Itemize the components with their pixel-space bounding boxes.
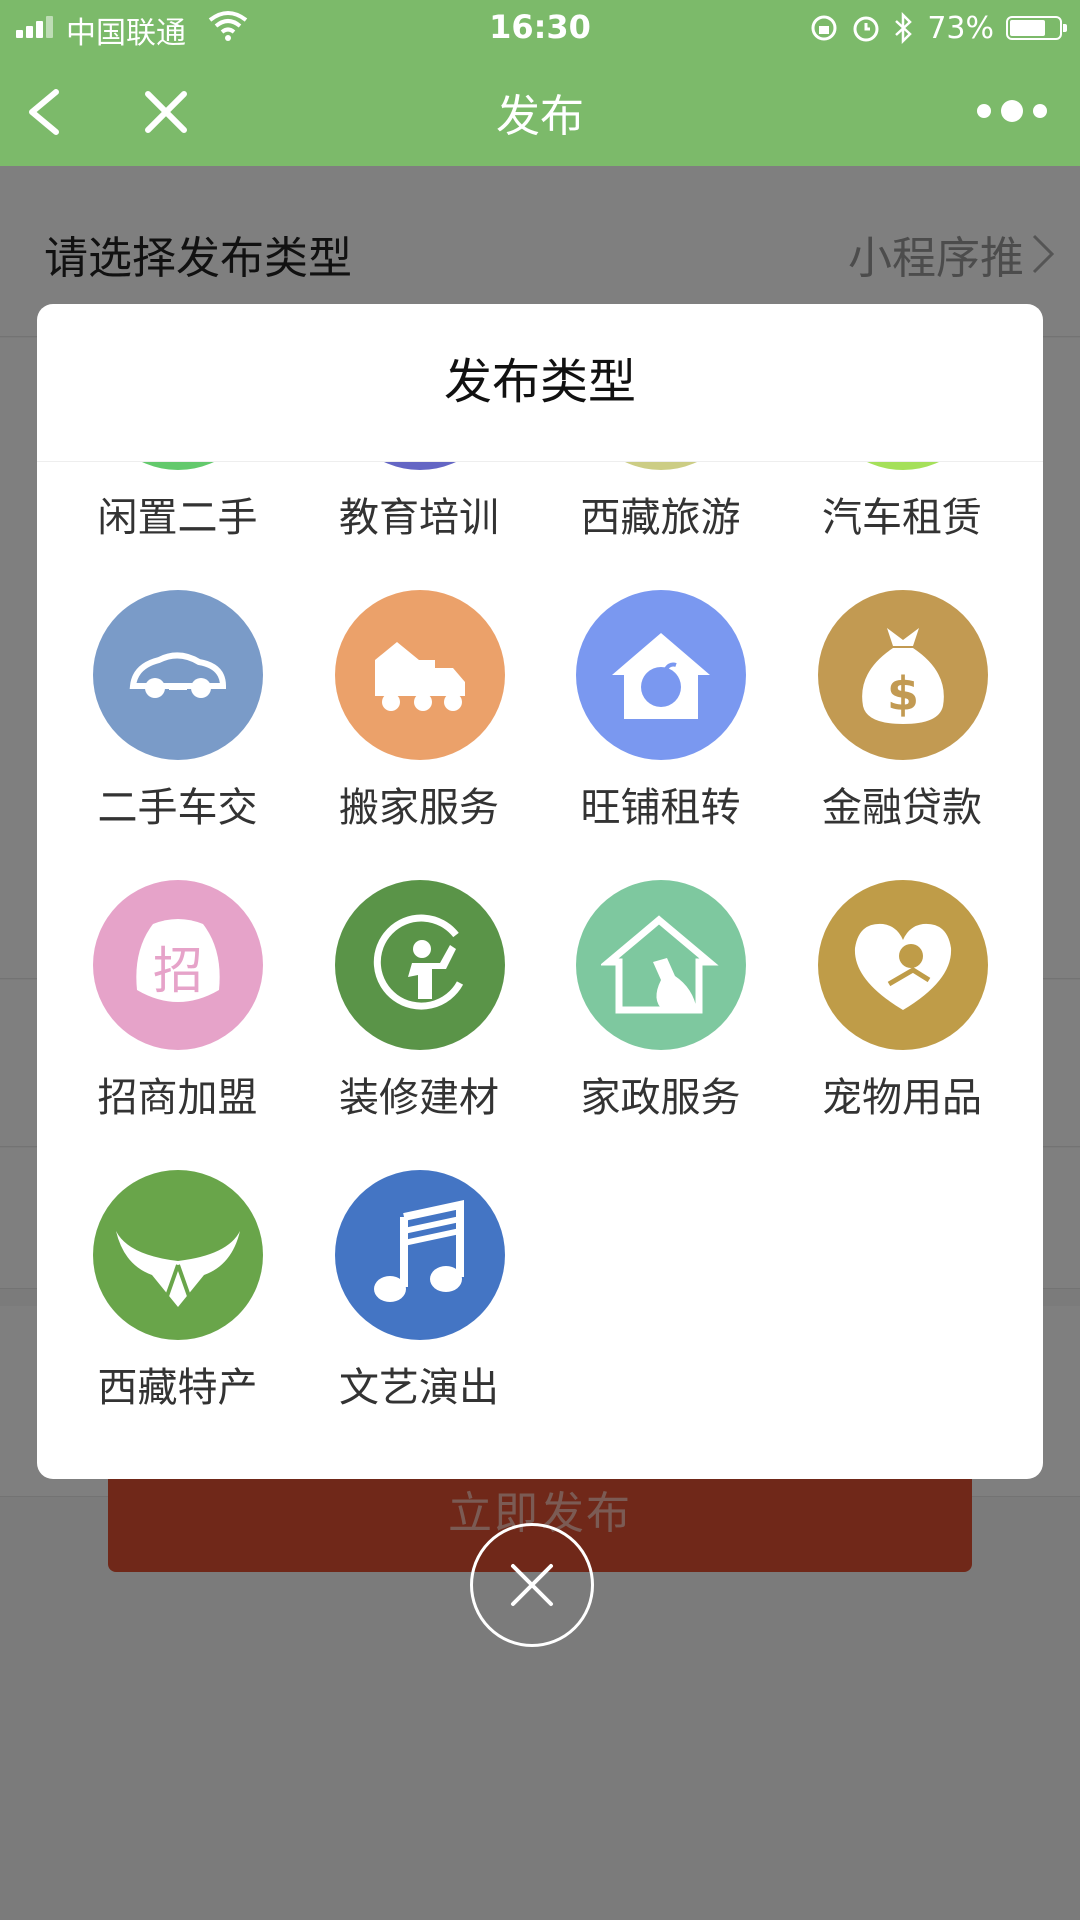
category-item[interactable]: 教育培训 — [299, 462, 540, 590]
category-item[interactable]: 家政服务 — [540, 880, 781, 1170]
category-item[interactable]: 文艺演出 — [299, 1170, 540, 1460]
category-label: 教育培训 — [339, 495, 499, 541]
category-label: 家政服务 — [580, 1075, 741, 1121]
category-grid-viewport[interactable]: 闲置二手 教育培训 西藏旅游 汽车租赁 二手车交 搬家服务 旺铺租转 $ 金融贷款招招商加盟 装修… — [37, 462, 1043, 1479]
tibet-travel-icon — [576, 462, 746, 470]
category-item[interactable]: 汽车租赁 — [782, 462, 1023, 590]
nav-bar: 发布 — [0, 56, 1080, 166]
zhao-badge-icon: 招 — [93, 880, 263, 1050]
category-item[interactable]: 二手车交 — [57, 590, 298, 880]
svg-text:招: 招 — [153, 942, 203, 1000]
dismiss-modal-button[interactable] — [470, 1523, 594, 1647]
svg-text:$: $ — [886, 667, 918, 721]
bluetooth-icon — [895, 12, 913, 44]
pet-heart-icon — [817, 880, 988, 1050]
housekeeping-icon — [576, 880, 746, 1050]
category-label: 搬家服务 — [339, 785, 499, 831]
category-label: 西藏旅游 — [580, 495, 741, 541]
category-label: 金融贷款 — [822, 785, 982, 831]
secondhand-icon — [93, 462, 263, 470]
battery-icon — [1006, 16, 1067, 40]
category-modal: 发布类型 闲置二手 教育培训 西藏旅游 汽车租赁二手车交 搬家服务 旺铺租转 $ 金融贷款招招… — [37, 304, 1043, 1479]
car-rental-icon — [817, 462, 988, 470]
category-item[interactable]: $ 金融贷款 — [782, 590, 1023, 880]
tibet-specialty-icon — [93, 1170, 263, 1340]
status-right-group: 73% — [809, 8, 1067, 48]
alarm-icon — [853, 16, 879, 42]
category-item[interactable]: 西藏特产 — [57, 1170, 298, 1460]
category-label: 宠物用品 — [822, 1075, 982, 1121]
category-label: 二手车交 — [97, 785, 258, 831]
battery-level — [1010, 20, 1046, 36]
category-item[interactable]: 搬家服务 — [299, 590, 540, 880]
category-label: 汽车租赁 — [822, 495, 982, 541]
category-label: 西藏特产 — [97, 1365, 258, 1411]
category-item[interactable]: 宠物用品 — [782, 880, 1023, 1170]
moving-truck-icon — [334, 590, 505, 760]
category-label: 招商加盟 — [97, 1075, 258, 1121]
close-icon — [511, 1564, 553, 1606]
renovation-icon — [334, 880, 505, 1050]
education-icon — [334, 462, 505, 470]
category-item[interactable]: 旺铺租转 — [540, 590, 781, 880]
category-item[interactable]: 招招商加盟 — [57, 880, 298, 1170]
money-bag-icon: $ — [817, 590, 988, 760]
category-label: 闲置二手 — [97, 495, 258, 541]
category-item[interactable]: 装修建材 — [299, 880, 540, 1170]
category-item[interactable]: 闲置二手 — [57, 462, 298, 590]
category-label: 旺铺租转 — [580, 785, 741, 831]
more-options-icon[interactable] — [974, 96, 1050, 126]
music-note-icon — [334, 1170, 505, 1340]
status-bar: 中国联通 16:30 73% — [0, 0, 1080, 56]
page-title: 发布 — [496, 91, 584, 142]
modal-title: 发布类型 — [37, 304, 1043, 462]
shop-house-icon — [576, 590, 746, 760]
car-icon — [93, 590, 263, 760]
battery-percent: 73% — [927, 10, 994, 46]
category-label: 装修建材 — [339, 1075, 499, 1121]
category-label: 文艺演出 — [339, 1365, 499, 1411]
rotation-lock-icon — [811, 15, 837, 41]
category-item[interactable]: 西藏旅游 — [540, 462, 781, 590]
